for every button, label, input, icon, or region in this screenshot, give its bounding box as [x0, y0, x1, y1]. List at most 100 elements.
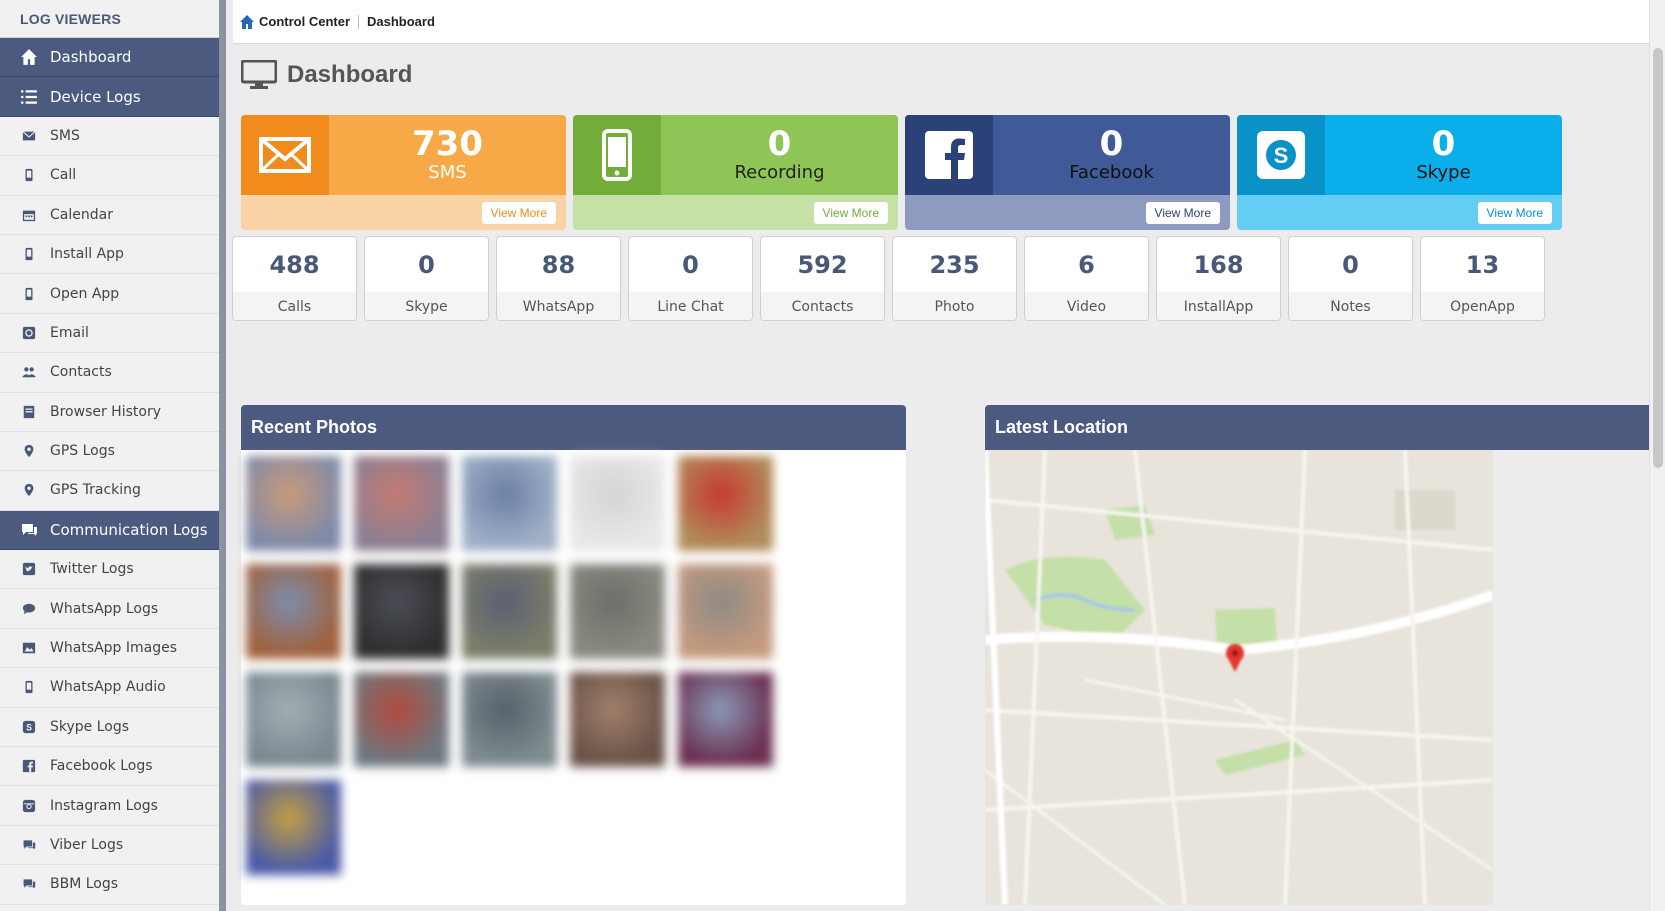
- photo-thumbnail[interactable]: [462, 456, 557, 551]
- recording-view-more-button[interactable]: View More: [813, 201, 888, 224]
- recording-card: 0 Recording View More: [573, 115, 898, 230]
- sms-view-more-button[interactable]: View More: [481, 201, 556, 224]
- sidebar-item-browser-history[interactable]: Browser History: [0, 392, 219, 432]
- sidebar-item-twitter-logs[interactable]: Twitter Logs: [0, 550, 219, 590]
- sidebar-item-bbm-logs[interactable]: BBM Logs: [0, 865, 219, 905]
- stat-tile-line-chat[interactable]: 0 Line Chat: [628, 236, 753, 321]
- sidebar-item-skype-logs[interactable]: S Skype Logs: [0, 707, 219, 748]
- recent-photos-title: Recent Photos: [251, 417, 378, 437]
- sidebar-item-communication-logs[interactable]: Communication Logs: [0, 510, 219, 551]
- sidebar-item-calendar[interactable]: Calendar: [0, 195, 219, 235]
- photo-thumbnail[interactable]: [570, 456, 665, 551]
- sidebar-item-viber-logs[interactable]: Viber Logs: [0, 825, 219, 866]
- sidebar-item-label: Contacts: [50, 364, 112, 381]
- page-title-text: Dashboard: [287, 61, 413, 88]
- photo-thumbnail[interactable]: [462, 564, 557, 659]
- photo-thumbnail[interactable]: [678, 672, 773, 767]
- sidebar-item-facebook-logs[interactable]: Facebook Logs: [0, 747, 219, 787]
- sidebar-item-label: Facebook Logs: [50, 758, 153, 775]
- stat-value: 235: [929, 250, 980, 279]
- stat-label: OpenApp: [1421, 292, 1544, 320]
- stat-tile-whatsapp[interactable]: 88 WhatsApp: [496, 236, 621, 321]
- twitter-icon: [20, 560, 38, 578]
- sidebar-item-whatsapp-audio[interactable]: WhatsApp Audio: [0, 668, 219, 708]
- photo-thumbnail[interactable]: [354, 672, 449, 767]
- recent-photos-header: Recent Photos: [241, 405, 906, 450]
- stat-tile-photo[interactable]: 235 Photo: [892, 236, 1017, 321]
- facebook-view-more-button[interactable]: View More: [1145, 201, 1220, 224]
- sidebar-item-open-app[interactable]: Open App: [0, 274, 219, 314]
- map-marker-icon: [20, 442, 38, 460]
- photo-thumbnail[interactable]: [246, 456, 341, 551]
- users-icon: [20, 363, 38, 381]
- stat-label: Photo: [893, 292, 1016, 320]
- stat-label: Contacts: [761, 292, 884, 320]
- facebook-icon: [905, 115, 993, 195]
- sidebar-item-sms[interactable]: SMS: [0, 116, 219, 157]
- sidebar-item-label: Skype Logs: [50, 718, 130, 735]
- sidebar-item-label: Dashboard: [50, 48, 132, 67]
- sidebar-item-call[interactable]: Call: [0, 156, 219, 196]
- stat-value: 13: [1465, 250, 1500, 279]
- sidebar-item-label: Twitter Logs: [50, 561, 134, 578]
- image-icon: [20, 639, 38, 657]
- sidebar-item-dashboard[interactable]: Dashboard: [0, 38, 219, 78]
- sidebar-item-whatsapp-images[interactable]: WhatsApp Images: [0, 628, 219, 669]
- photo-thumbnail[interactable]: [246, 672, 341, 767]
- photo-thumbnail[interactable]: [246, 780, 341, 875]
- photo-thumbnail[interactable]: [678, 564, 773, 659]
- home-icon[interactable]: [239, 14, 255, 30]
- sidebar-item-whatsapp-logs[interactable]: WhatsApp Logs: [0, 589, 219, 629]
- location-map[interactable]: [985, 450, 1493, 905]
- sidebar-item-label: Viber Logs: [50, 837, 124, 853]
- stat-label: Line Chat: [629, 292, 752, 320]
- stat-value: 488: [269, 250, 320, 279]
- skype-label: Skype: [1416, 162, 1471, 183]
- sidebar-item-device-logs[interactable]: Device Logs: [0, 77, 219, 117]
- page-scrollbar[interactable]: [1649, 0, 1665, 911]
- list-icon: [20, 88, 38, 106]
- scrollbar-thumb[interactable]: [1653, 48, 1663, 468]
- stat-tile-openapp[interactable]: 13 OpenApp: [1420, 236, 1545, 321]
- sidebar-item-email[interactable]: Email: [0, 313, 219, 354]
- stat-label: Notes: [1289, 292, 1412, 320]
- stat-label: WhatsApp: [497, 292, 620, 320]
- photo-thumbnail[interactable]: [246, 564, 341, 659]
- photo-thumbnail[interactable]: [354, 456, 449, 551]
- recording-label: Recording: [734, 162, 825, 183]
- breadcrumb-root-link[interactable]: Control Center: [259, 14, 350, 29]
- sidebar-item-label: GPS Logs: [50, 443, 115, 460]
- sidebar-item-gps-tracking[interactable]: GPS Tracking: [0, 471, 219, 511]
- stat-tile-installapp[interactable]: 168 InstallApp: [1156, 236, 1281, 321]
- sidebar-item-label: WhatsApp Audio: [50, 679, 166, 696]
- stat-label: Skype: [365, 292, 488, 320]
- stat-value: 0: [682, 250, 699, 279]
- phone-icon: [20, 245, 38, 263]
- sidebar-item-instagram-logs[interactable]: Instagram Logs: [0, 786, 219, 826]
- sidebar-item-label: WhatsApp Logs: [50, 600, 159, 617]
- facebook-label: Facebook: [1069, 162, 1154, 183]
- stat-tile-notes[interactable]: 0 Notes: [1288, 236, 1413, 321]
- sidebar-item-label: Device Logs: [50, 87, 141, 106]
- stat-tile-video[interactable]: 6 Video: [1024, 236, 1149, 321]
- stat-tile-contacts[interactable]: 592 Contacts: [760, 236, 885, 321]
- skype-view-more-button[interactable]: View More: [1477, 201, 1552, 224]
- phone-icon: [20, 285, 38, 303]
- comments-icon: [20, 875, 38, 893]
- sidebar-item-label: SMS: [50, 127, 80, 144]
- comments-icon: [20, 836, 38, 854]
- phone-icon: [20, 166, 38, 184]
- photo-thumbnail[interactable]: [354, 564, 449, 659]
- photo-thumbnail[interactable]: [570, 564, 665, 659]
- photo-thumbnail[interactable]: [678, 456, 773, 551]
- facebook-card: 0 Facebook View More: [905, 115, 1230, 230]
- stat-value: 0: [1342, 250, 1359, 279]
- sidebar-item-contacts[interactable]: Contacts: [0, 353, 219, 393]
- photo-thumbnail[interactable]: [462, 672, 557, 767]
- facebook-count: 0: [1099, 124, 1124, 164]
- sidebar-item-install-app[interactable]: Install App: [0, 234, 219, 275]
- photo-thumbnail[interactable]: [570, 672, 665, 767]
- stat-tile-calls[interactable]: 488 Calls: [232, 236, 357, 321]
- sidebar-item-gps-logs[interactable]: GPS Logs: [0, 431, 219, 472]
- stat-tile-skype[interactable]: 0 Skype: [364, 236, 489, 321]
